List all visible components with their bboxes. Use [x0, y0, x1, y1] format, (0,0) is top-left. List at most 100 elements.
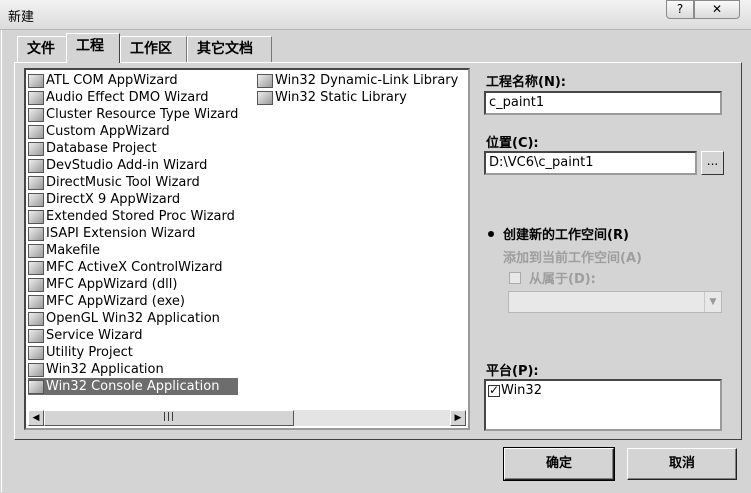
project-type-item[interactable]: DirectX 9 AppWizard — [28, 191, 238, 208]
project-type-label: DevStudio Add-in Wizard — [46, 158, 208, 173]
project-type-item[interactable]: Win32 Application — [28, 361, 238, 378]
project-type-label: OpenGL Win32 Application — [46, 311, 220, 326]
create-new-workspace-label: 创建新的工作空间(R) — [503, 228, 629, 243]
create-new-workspace-radio[interactable]: 创建新的工作空间(R) — [486, 224, 629, 243]
project-type-item[interactable]: MFC AppWizard (dll) — [28, 276, 238, 293]
proc-icon — [28, 209, 44, 224]
tab-workspace[interactable]: 工作区 — [120, 36, 187, 62]
makefile-icon — [28, 243, 44, 258]
audio-icon — [28, 90, 44, 105]
project-type-label: ATL COM AppWizard — [46, 73, 178, 88]
window-title: 新建 — [8, 10, 35, 25]
activex-icon — [28, 260, 44, 275]
title-bar: 新建 ? ✕ — [0, 0, 751, 30]
project-type-label: Win32 Console Application — [46, 379, 220, 394]
platform-label: 平台(P): — [486, 364, 539, 379]
service-icon — [28, 328, 44, 343]
tab-other-documents[interactable]: 其它文档 — [187, 36, 272, 62]
project-type-item[interactable]: MFC ActiveX ControlWizard — [28, 259, 238, 276]
directx-icon — [28, 192, 44, 207]
project-type-item[interactable]: Makefile — [28, 242, 238, 259]
custom-icon — [28, 124, 44, 139]
project-type-item[interactable]: Win32 Console Application — [28, 378, 239, 395]
project-type-item[interactable]: OpenGL Win32 Application — [28, 310, 238, 327]
console-icon — [28, 379, 44, 394]
win32-app-icon — [28, 362, 44, 377]
project-name-label: 工程名称(N): — [486, 75, 566, 90]
project-type-label: Makefile — [46, 243, 101, 258]
project-type-label: Win32 Static Library — [275, 90, 407, 105]
project-type-column-2: Win32 Dynamic-Link Library Win32 Static L… — [257, 72, 458, 106]
project-type-item[interactable]: Service Wizard — [28, 327, 238, 344]
project-type-label: Service Wizard — [46, 328, 143, 343]
project-type-list[interactable]: ATL COM AppWizard Audio Effect DMO Wizard… — [24, 68, 470, 430]
dependency-select: ▼ — [508, 291, 722, 313]
isapi-icon — [28, 226, 44, 241]
scroll-right-arrow-icon[interactable]: ▶ — [450, 410, 466, 426]
project-type-label: Audio Effect DMO Wizard — [46, 90, 209, 105]
cluster-icon — [28, 107, 44, 122]
radio-unselected-icon — [486, 252, 496, 262]
location-input[interactable]: D:\VC6\c_paint1 — [484, 151, 697, 175]
tab-project[interactable]: 工程 — [66, 33, 120, 63]
project-type-item[interactable]: ISAPI Extension Wizard — [28, 225, 238, 242]
help-button[interactable]: ? — [666, 0, 694, 19]
ok-button[interactable]: 确定 — [503, 447, 615, 481]
music-icon — [28, 175, 44, 190]
utility-icon — [28, 345, 44, 360]
add-to-workspace-radio: 添加到当前工作空间(A) — [486, 247, 642, 266]
cancel-button[interactable]: 取消 — [627, 448, 737, 480]
atl-icon — [28, 73, 44, 88]
project-type-item[interactable]: Audio Effect DMO Wizard — [28, 89, 238, 106]
opengl-icon — [28, 311, 44, 326]
project-type-label: Custom AppWizard — [46, 124, 170, 139]
project-type-label: MFC AppWizard (exe) — [46, 294, 185, 309]
location-label: 位置(C): — [486, 136, 539, 151]
project-type-label: DirectMusic Tool Wizard — [46, 175, 200, 190]
project-type-item[interactable]: Win32 Static Library — [257, 89, 458, 106]
tab-file[interactable]: 文件 — [17, 36, 67, 62]
browse-button[interactable]: ... — [701, 151, 724, 175]
mfc-dll-icon — [28, 277, 44, 292]
scroll-left-arrow-icon[interactable]: ◀ — [28, 410, 44, 426]
project-type-label: MFC ActiveX ControlWizard — [46, 260, 223, 275]
platform-list[interactable]: Win32 — [484, 379, 722, 431]
database-icon — [28, 141, 44, 156]
project-type-item[interactable]: DevStudio Add-in Wizard — [28, 157, 238, 174]
radio-selected-icon — [486, 229, 496, 239]
addin-icon — [28, 158, 44, 173]
project-type-label: DirectX 9 AppWizard — [46, 192, 181, 207]
project-type-item[interactable]: ATL COM AppWizard — [28, 72, 238, 89]
project-type-label: MFC AppWizard (dll) — [46, 277, 178, 292]
horizontal-scrollbar[interactable]: ◀ ||| ▶ — [28, 410, 466, 426]
project-type-item[interactable]: Database Project — [28, 140, 238, 157]
project-type-label: Cluster Resource Type Wizard — [46, 107, 239, 122]
dropdown-arrow-icon: ▼ — [704, 292, 721, 312]
platform-item-label: Win32 — [501, 383, 542, 398]
project-type-column-1: ATL COM AppWizard Audio Effect DMO Wizard… — [28, 72, 239, 395]
mfc-exe-icon — [28, 294, 44, 309]
dll-icon — [257, 73, 273, 88]
dependency-label: 从属于(D): — [529, 272, 596, 287]
platform-item-win32[interactable]: Win32 — [488, 383, 718, 398]
project-type-label: ISAPI Extension Wizard — [46, 226, 196, 241]
project-type-label: Utility Project — [46, 345, 133, 360]
close-button[interactable]: ✕ — [694, 0, 740, 19]
project-type-item[interactable]: Utility Project — [28, 344, 238, 361]
project-type-label: Win32 Application — [46, 362, 164, 377]
project-type-item[interactable]: Extended Stored Proc Wizard — [28, 208, 238, 225]
checkbox-icon — [509, 271, 521, 284]
project-type-item[interactable]: Custom AppWizard — [28, 123, 238, 140]
project-type-item[interactable]: DirectMusic Tool Wizard — [28, 174, 238, 191]
checkbox-checked-icon[interactable] — [488, 383, 500, 397]
dependency-checkbox: 从属于(D): — [509, 268, 596, 287]
project-type-item[interactable]: MFC AppWizard (exe) — [28, 293, 238, 310]
project-type-item[interactable]: Cluster Resource Type Wizard — [28, 106, 238, 123]
add-to-workspace-label: 添加到当前工作空间(A) — [503, 251, 642, 266]
project-type-label: Database Project — [46, 141, 157, 156]
project-type-label: Win32 Dynamic-Link Library — [275, 73, 459, 88]
project-name-input[interactable]: c_paint1 — [484, 91, 722, 115]
project-type-item[interactable]: Win32 Dynamic-Link Library — [257, 72, 458, 89]
scroll-thumb[interactable]: ||| — [44, 410, 294, 426]
lib-icon — [257, 90, 273, 105]
